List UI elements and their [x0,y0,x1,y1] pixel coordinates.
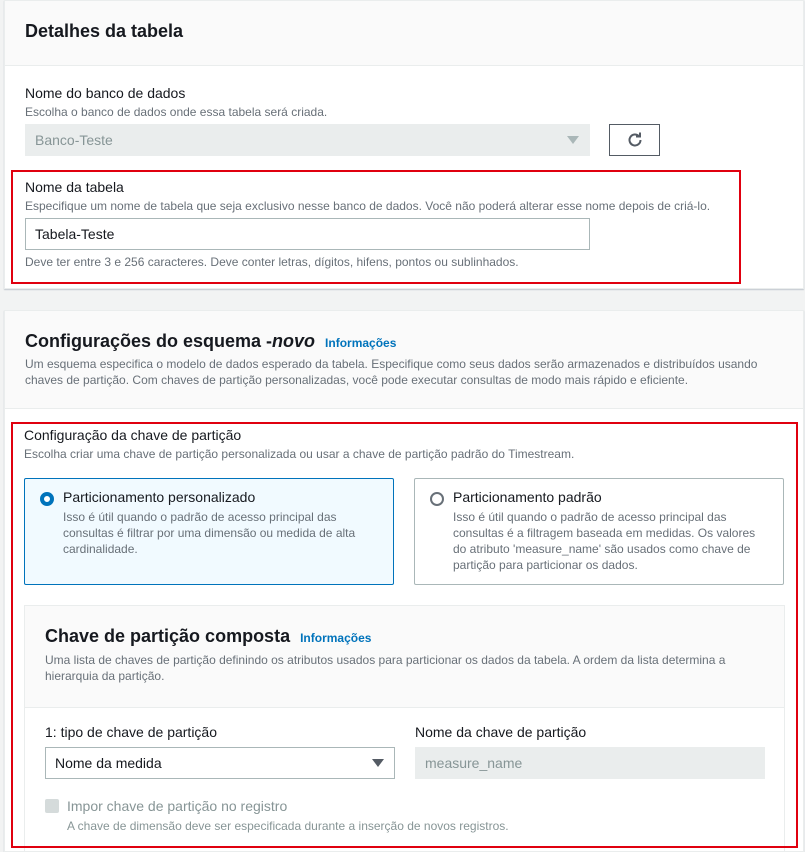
refresh-button[interactable] [609,124,660,156]
database-select[interactable]: Banco-Teste [25,124,590,156]
refresh-icon [628,132,641,147]
schema-info-link[interactable]: Informações [325,336,396,350]
schema-header: Configurações do esquema -novo Informaçõ… [5,311,803,409]
table-details-header: Detalhes da tabela [5,1,803,66]
table-name-highlight [11,170,741,284]
chevron-down-icon [567,136,579,144]
table-details-title: Detalhes da tabela [25,21,184,41]
schema-title: Configurações do esquema -novo [25,331,315,352]
database-select-value: Banco-Teste [35,132,113,148]
database-label: Nome do banco de dados [25,85,186,101]
database-description: Escolha o banco de dados onde essa tabel… [25,105,328,119]
partition-config-highlight [11,422,798,848]
schema-title-new: novo [272,331,316,351]
schema-title-prefix: Configurações do esquema - [25,331,273,351]
schema-description: Um esquema especifica o modelo de dados … [25,357,758,387]
